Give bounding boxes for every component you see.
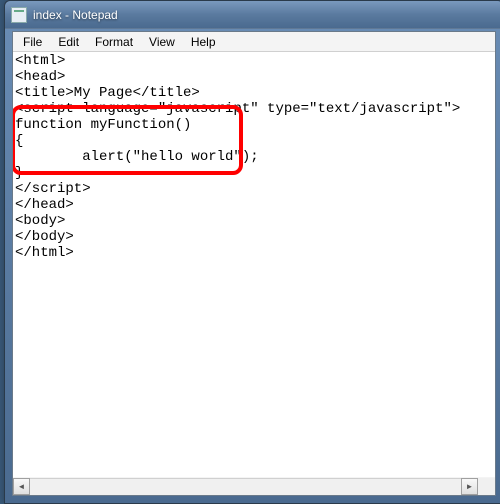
app-window: index - Notepad File Edit Format View He… <box>4 0 500 504</box>
menu-edit[interactable]: Edit <box>50 33 87 51</box>
editor-content[interactable]: <html> <head> <title>My Page</title> <sc… <box>13 52 495 262</box>
scroll-right-arrow[interactable]: ► <box>461 478 478 495</box>
window-title: index - Notepad <box>33 8 118 22</box>
scroll-corner <box>478 478 495 495</box>
text-editor[interactable]: <html> <head> <title>My Page</title> <sc… <box>13 52 495 477</box>
horizontal-scrollbar[interactable]: ◄ ► <box>13 478 495 495</box>
client-area: File Edit Format View Help <html> <head>… <box>12 31 496 496</box>
titlebar[interactable]: index - Notepad <box>5 1 500 29</box>
menu-help[interactable]: Help <box>183 33 224 51</box>
menu-file[interactable]: File <box>15 33 50 51</box>
menu-view[interactable]: View <box>141 33 183 51</box>
notepad-icon <box>11 7 27 23</box>
scroll-left-arrow[interactable]: ◄ <box>13 478 30 495</box>
menubar: File Edit Format View Help <box>13 32 495 52</box>
menu-format[interactable]: Format <box>87 33 141 51</box>
